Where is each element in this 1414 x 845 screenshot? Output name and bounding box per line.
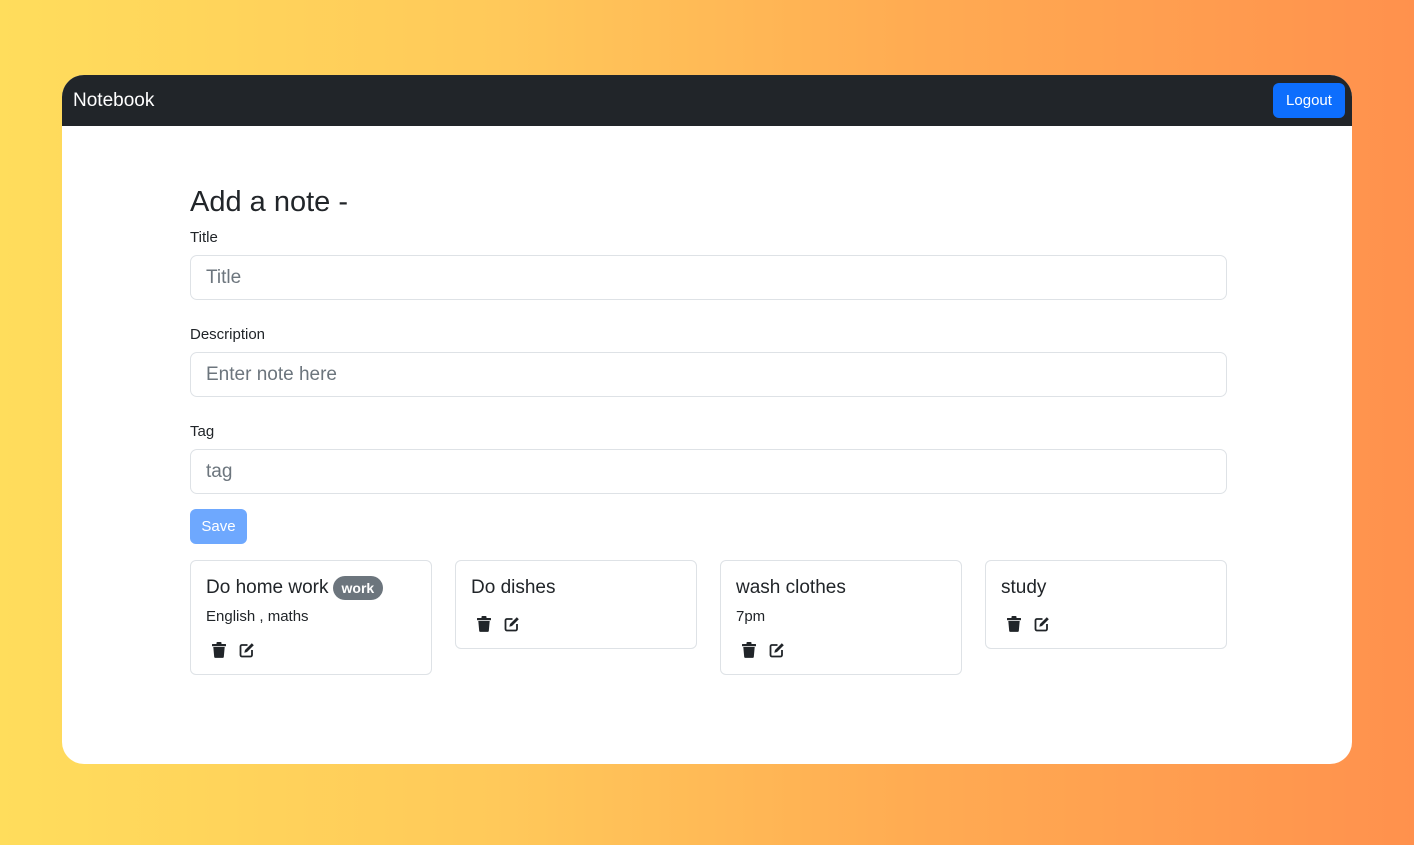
logout-button[interactable]: Logout (1273, 83, 1345, 118)
note-title: wash clothes (736, 577, 846, 598)
note-title-row: study (1001, 576, 1211, 600)
note-tag-badge: work (332, 576, 384, 600)
tag-label: Tag (190, 423, 215, 440)
description-label: Description (190, 326, 266, 343)
note-title-row: wash clothes (736, 576, 946, 600)
description-input[interactable] (190, 352, 1227, 397)
trash-icon[interactable] (477, 616, 491, 632)
note-title: Do home work (206, 577, 329, 598)
note-title-row: Do home work work (206, 576, 416, 600)
note-description: English , maths (206, 608, 309, 625)
navbar-brand[interactable]: Notebook (73, 90, 154, 112)
edit-icon[interactable] (1034, 616, 1050, 632)
page-title: Add a note - (190, 186, 348, 218)
trash-icon[interactable] (742, 642, 756, 658)
note-card: Do dishes (455, 560, 697, 649)
note-title: study (1001, 577, 1047, 598)
note-description: 7pm (736, 608, 766, 625)
trash-icon[interactable] (212, 642, 226, 658)
edit-icon[interactable] (769, 642, 785, 658)
navbar: Notebook Logout (62, 75, 1352, 126)
add-note-form: Add a note - Title Description Tag Save (190, 185, 1227, 544)
note-card: Do home work work English , maths (190, 560, 432, 675)
save-button[interactable]: Save (190, 509, 247, 544)
note-actions (206, 640, 416, 660)
tag-input[interactable] (190, 449, 1227, 494)
note-card: wash clothes 7pm (720, 560, 962, 675)
edit-icon[interactable] (239, 642, 255, 658)
note-actions (1001, 614, 1211, 634)
app-window: Notebook Logout Add a note - Title Descr… (62, 75, 1352, 764)
title-input[interactable] (190, 255, 1227, 300)
note-title-row: Do dishes (471, 576, 681, 600)
title-label: Title (190, 229, 218, 246)
trash-icon[interactable] (1007, 616, 1021, 632)
edit-icon[interactable] (504, 616, 520, 632)
note-card: study (985, 560, 1227, 649)
note-actions (471, 614, 681, 634)
note-actions (736, 640, 946, 660)
note-title: Do dishes (471, 577, 556, 598)
notes-list: Do home work work English , maths Do dis… (190, 560, 1227, 675)
